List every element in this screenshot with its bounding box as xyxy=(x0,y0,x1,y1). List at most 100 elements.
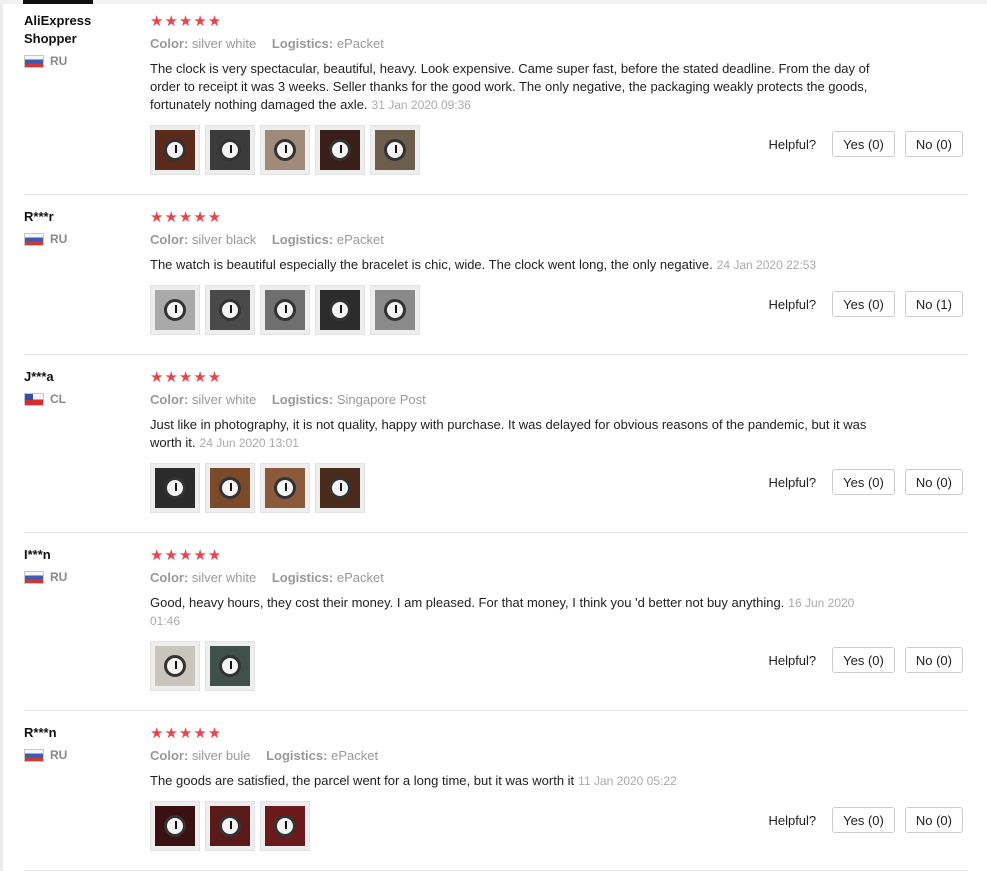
country-code: RU xyxy=(50,570,68,584)
photo-image xyxy=(210,646,250,686)
watch-face-icon xyxy=(164,655,186,677)
review-photo-thumbnail[interactable] xyxy=(150,463,200,513)
review-photo-thumbnail[interactable] xyxy=(205,463,255,513)
photo-image xyxy=(155,806,195,846)
helpful-label: Helpful? xyxy=(768,812,817,828)
review-photo-thumbnail[interactable] xyxy=(315,463,365,513)
helpful-yes-button[interactable]: Yes (0) xyxy=(832,647,895,673)
reviewer-name: R***n xyxy=(24,725,57,740)
country-code: RU xyxy=(50,748,68,762)
photo-image xyxy=(210,290,250,330)
reviewer-name: I***n xyxy=(24,547,51,562)
photo-image xyxy=(320,130,360,170)
review-photo-thumbnail[interactable] xyxy=(260,285,310,335)
helpful-no-button[interactable]: No (0) xyxy=(904,469,963,495)
top-tab-bar xyxy=(0,0,987,4)
country-flag-icon xyxy=(24,392,44,406)
review-text: Just like in photography, it is not qual… xyxy=(150,416,870,452)
photo-image xyxy=(375,130,415,170)
review-photo-thumbnail[interactable] xyxy=(150,641,200,691)
left-divider xyxy=(0,0,3,871)
photo-image xyxy=(155,646,195,686)
helpful-yes-button[interactable]: Yes (0) xyxy=(832,807,895,833)
review-photo-thumbnail[interactable] xyxy=(150,285,200,335)
logistics-label: Logistics: xyxy=(271,36,334,51)
review-date: 11 Jan 2020 05:22 xyxy=(578,774,677,788)
helpful-no-button[interactable]: No (0) xyxy=(904,647,963,673)
review-photo-thumbnail[interactable] xyxy=(205,125,255,175)
review-photo-thumbnail[interactable] xyxy=(260,801,310,851)
review-content: ★★★★★ Color: silver white Logistics: Sin… xyxy=(150,368,870,452)
order-attributes: Color: silver black Logistics: ePacket xyxy=(150,232,870,248)
helpful-no-button[interactable]: No (1) xyxy=(904,291,963,317)
color-value: silver bule xyxy=(191,748,251,763)
review-photo-thumbnail[interactable] xyxy=(205,641,255,691)
review-photo-thumbnail[interactable] xyxy=(150,801,200,851)
review-body: The clock is very spectacular, beautiful… xyxy=(150,61,870,112)
country-flag-icon xyxy=(24,232,44,246)
reviewer-info: J***a CL xyxy=(24,368,134,406)
photo-image xyxy=(155,130,195,170)
review-photo-thumbnail[interactable] xyxy=(205,801,255,851)
watch-face-icon xyxy=(219,139,241,161)
photo-image xyxy=(210,130,250,170)
photo-image xyxy=(155,468,195,508)
reviewer-country: RU xyxy=(24,232,134,246)
review-photos xyxy=(150,463,370,513)
helpful-no-button[interactable]: No (0) xyxy=(904,807,963,833)
review-photos xyxy=(150,801,315,851)
helpful-yes-button[interactable]: Yes (0) xyxy=(832,291,895,317)
photo-image xyxy=(320,468,360,508)
review-photos xyxy=(150,641,260,691)
logistics-value: ePacket xyxy=(336,36,384,51)
photo-image xyxy=(210,468,250,508)
country-code: RU xyxy=(50,232,68,246)
order-attributes: Color: silver bule Logistics: ePacket xyxy=(150,748,870,764)
review-photo-thumbnail[interactable] xyxy=(315,285,365,335)
review-date: 24 Jan 2020 22:53 xyxy=(716,258,817,272)
helpful-yes-button[interactable]: Yes (0) xyxy=(832,131,895,157)
photo-image xyxy=(320,290,360,330)
review-text: The clock is very spectacular, beautiful… xyxy=(150,60,870,114)
star-rating: ★★★★★ xyxy=(150,546,223,564)
review-photo-thumbnail[interactable] xyxy=(370,125,420,175)
watch-face-icon xyxy=(274,477,296,499)
photo-image xyxy=(265,290,305,330)
review-photo-thumbnail[interactable] xyxy=(205,285,255,335)
country-flag-icon xyxy=(24,748,44,762)
watch-face-icon xyxy=(329,477,351,499)
review-photo-thumbnail[interactable] xyxy=(260,463,310,513)
photo-image xyxy=(210,806,250,846)
logistics-value: ePacket xyxy=(336,232,384,247)
review-photo-thumbnail[interactable] xyxy=(150,125,200,175)
star-rating: ★★★★★ xyxy=(150,368,223,386)
logistics-label: Logistics: xyxy=(266,748,328,763)
review-photo-thumbnail[interactable] xyxy=(370,285,420,335)
watch-face-icon xyxy=(164,815,186,837)
watch-face-icon xyxy=(219,477,241,499)
review-body: Good, heavy hours, they cost their money… xyxy=(150,595,785,610)
helpful-label: Helpful? xyxy=(768,474,817,490)
country-flag-icon xyxy=(24,54,44,68)
photo-image xyxy=(265,130,305,170)
color-label: Color: xyxy=(150,232,189,247)
helpful-yes-button[interactable]: Yes (0) xyxy=(832,469,895,495)
watch-face-icon xyxy=(329,139,351,161)
color-label: Color: xyxy=(150,36,189,51)
review-photo-thumbnail[interactable] xyxy=(260,125,310,175)
helpful-no-button[interactable]: No (0) xyxy=(904,131,963,157)
watch-face-icon xyxy=(219,815,241,837)
logistics-label: Logistics: xyxy=(271,570,334,585)
photo-image xyxy=(375,290,415,330)
star-rating: ★★★★★ xyxy=(150,208,223,226)
color-label: Color: xyxy=(150,570,189,585)
order-attributes: Color: silver white Logistics: Singapore… xyxy=(150,392,870,408)
order-attributes: Color: silver white Logistics: ePacket xyxy=(150,570,870,586)
watch-face-icon xyxy=(384,299,406,321)
country-code: RU xyxy=(50,54,68,68)
active-tab-indicator xyxy=(23,0,93,4)
logistics-value: ePacket xyxy=(331,748,379,763)
logistics-value: ePacket xyxy=(336,570,384,585)
helpful-voting: Helpful? Yes (0) No (0) xyxy=(768,807,963,833)
review-photo-thumbnail[interactable] xyxy=(315,125,365,175)
